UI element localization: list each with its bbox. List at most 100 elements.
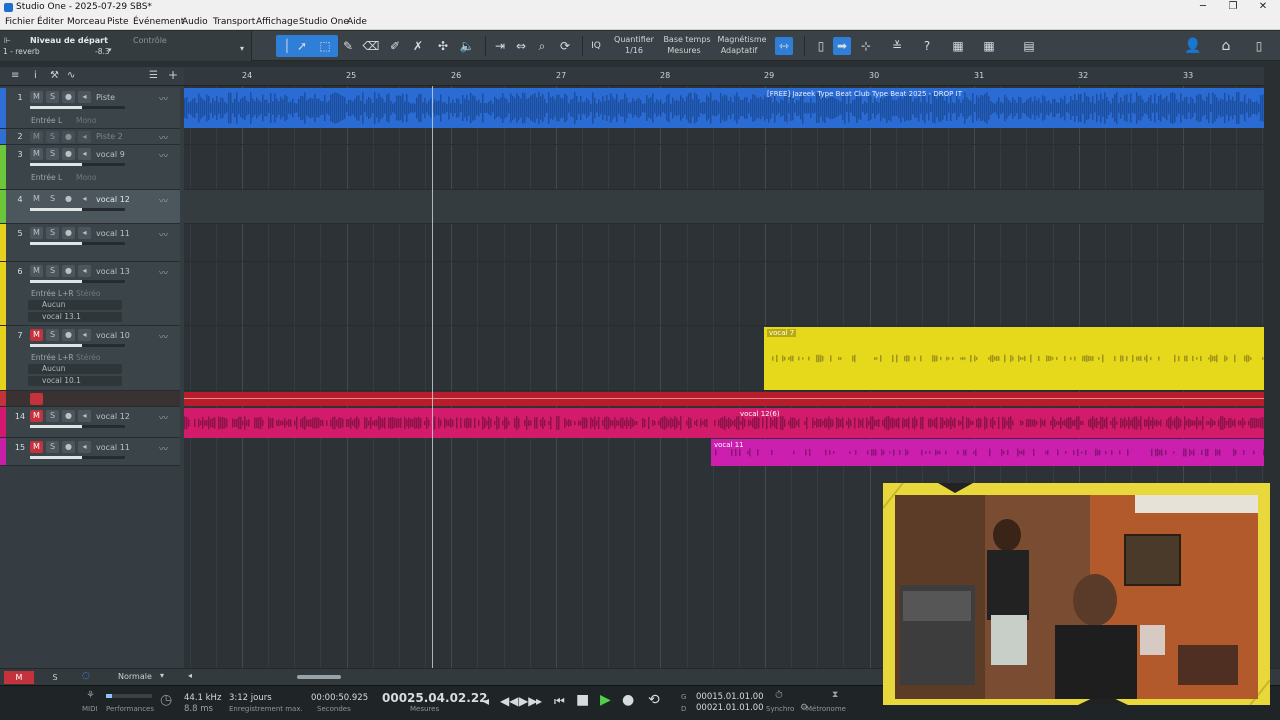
menu-transport[interactable]: Transport	[213, 17, 255, 27]
solo-button[interactable]: S	[46, 148, 59, 160]
autoscroll-icon[interactable]: ⇥	[491, 37, 509, 55]
arrow-tool-icon[interactable]: ➚	[293, 37, 311, 55]
marker-icon[interactable]: ▯	[812, 37, 830, 55]
menu-audio[interactable]: Audio	[182, 17, 208, 27]
user-icon[interactable]: 👤	[1184, 37, 1202, 55]
home-icon[interactable]: ⌂	[1217, 37, 1235, 55]
control-dropdown-icon[interactable]: ▾	[240, 44, 244, 53]
mute-button[interactable]: M	[30, 193, 43, 205]
track-row[interactable]: 3 M S ● ◂ vocal 9 〰 Entrée L Mono	[0, 145, 180, 190]
split-tool-icon[interactable]: ✎	[339, 37, 357, 55]
follow-icon[interactable]: ➡	[833, 37, 851, 55]
input-label[interactable]: Entrée L	[31, 116, 62, 125]
record-button[interactable]: ●	[62, 91, 75, 103]
track-name[interactable]: vocal 12	[96, 195, 130, 204]
grid-icon[interactable]: ▦	[980, 37, 998, 55]
solo-button[interactable]: S	[46, 441, 59, 453]
audio-event[interactable]: vocal 12(6)	[184, 408, 1264, 438]
global-mute-button[interactable]: M	[4, 671, 34, 684]
record-button[interactable]: ●	[62, 410, 75, 422]
mode-select[interactable]: Normale	[118, 672, 152, 681]
mute-button[interactable]: M	[30, 265, 43, 277]
go-to-start-icon[interactable]: ⏮	[554, 694, 565, 709]
rewind-icon[interactable]: ◀◀	[500, 694, 518, 708]
track-name[interactable]: vocal 11	[96, 443, 130, 452]
monitor-button[interactable]: ◂	[78, 441, 91, 453]
channel-select[interactable]: vocal 13.1	[28, 312, 122, 322]
list-icon[interactable]: ☰	[149, 70, 158, 81]
inspector-icon[interactable]: i	[34, 70, 37, 81]
monitor-button[interactable]: ◂	[78, 148, 91, 160]
add-track-icon[interactable]: +	[168, 68, 178, 82]
menu-editer[interactable]: Éditer	[37, 17, 64, 27]
wrench-icon[interactable]: ⚒	[50, 70, 59, 81]
solo-button[interactable]: S	[46, 193, 59, 205]
align-icon[interactable]: ≚	[888, 37, 906, 55]
solo-button[interactable]: S	[46, 227, 59, 239]
track-row[interactable]: 2 M S ● ◂ Piste 2 〰	[0, 129, 180, 145]
timebase-value[interactable]: Mesures	[662, 46, 706, 55]
waveform-icon[interactable]: 〰	[159, 442, 168, 455]
menu-morceau[interactable]: Morceau	[67, 17, 105, 27]
play-icon[interactable]: ▶	[600, 692, 611, 708]
loop-end-value[interactable]: 00021.01.01.00	[696, 703, 764, 713]
close-button[interactable]: ✕	[1248, 0, 1278, 15]
track-row[interactable]: 5 M S ● ◂ vocal 11 〰	[0, 224, 180, 262]
waveform-icon[interactable]: 〰	[159, 411, 168, 424]
end-icon[interactable]: ▸	[536, 694, 542, 708]
mute-button[interactable]: M	[30, 131, 43, 143]
audio-event[interactable]: [FREE] Jazeek Type Beat Club Type Beat 2…	[764, 88, 1264, 128]
mute-button[interactable]: M	[30, 148, 43, 160]
audio-event[interactable]: vocal 11	[711, 439, 1264, 466]
monitor-button[interactable]: ◂	[78, 410, 91, 422]
return-to-zero-icon[interactable]: ◂	[483, 694, 489, 708]
volume-fader[interactable]	[30, 106, 125, 109]
track-name[interactable]: vocal 10	[96, 331, 130, 340]
volume-fader[interactable]	[30, 208, 125, 211]
snap-value[interactable]: Adaptatif	[716, 46, 762, 55]
quantize-value[interactable]: 1/16	[612, 46, 656, 55]
record-button[interactable]: ●	[62, 265, 75, 277]
mute-tool-icon[interactable]: ✗	[409, 37, 427, 55]
track-row[interactable]: 1 M S ● ◂ Piste 〰 Entrée L Mono	[0, 88, 180, 129]
solo-button[interactable]: S	[46, 131, 59, 143]
waveform-icon[interactable]: 〰	[159, 149, 168, 162]
panel-icon[interactable]: ▯	[1250, 37, 1268, 55]
metronome-icon[interactable]: ⧗	[832, 690, 838, 700]
track-row[interactable]: 6 M S ● ◂ vocal 13 〰 Entrée L+R Stéréo A…	[0, 262, 180, 326]
forward-icon[interactable]: ▶▶	[519, 694, 537, 708]
eraser-tool-icon[interactable]: ⌫	[362, 37, 380, 55]
seconds-value[interactable]: 00:00:50.925	[311, 693, 368, 703]
sync-clock-icon[interactable]: ⏱	[775, 690, 783, 701]
seconds-label[interactable]: Secondes	[317, 705, 351, 713]
input-label[interactable]: Entrée L+R	[31, 289, 74, 298]
maximize-button[interactable]: ❐	[1218, 0, 1248, 15]
output-select[interactable]: Aucun	[28, 300, 122, 310]
solo-button[interactable]: S	[46, 265, 59, 277]
solo-button[interactable]: S	[46, 91, 59, 103]
record-button[interactable]: ●	[62, 441, 75, 453]
volume-fader[interactable]	[30, 280, 125, 283]
record-button[interactable]: ●	[62, 131, 75, 143]
waveform-icon[interactable]: 〰	[159, 194, 168, 207]
track-name[interactable]: Piste 2	[96, 132, 123, 141]
menu-evenement[interactable]: Événement	[133, 17, 184, 27]
level-dropdown-icon[interactable]: ▾	[108, 46, 112, 54]
layout-icon[interactable]: ▤	[1020, 37, 1038, 55]
bend-tool-icon[interactable]: ✣	[434, 37, 452, 55]
volume-fader[interactable]	[30, 344, 125, 347]
playhead[interactable]	[432, 86, 433, 668]
volume-fader[interactable]	[30, 242, 125, 245]
menu-affichage[interactable]: Affichage	[256, 17, 298, 27]
volume-fader[interactable]	[30, 163, 125, 166]
track-name[interactable]: vocal 12	[96, 412, 130, 421]
range-tool-icon[interactable]: ⬚	[316, 37, 334, 55]
folder-row[interactable]	[0, 391, 180, 407]
input-source[interactable]: 1 - reverb	[3, 47, 40, 56]
monitor-button[interactable]: ◂	[78, 329, 91, 341]
solo-button[interactable]: S	[46, 329, 59, 341]
stop-icon[interactable]: ■	[576, 692, 589, 708]
position-value[interactable]: 00025.04.02.22	[382, 691, 488, 705]
track-row[interactable]: 7 M S ● ◂ vocal 10 〰 Entrée L+R Stéréo A…	[0, 326, 180, 391]
metronome-label[interactable]: Métronome	[806, 705, 846, 713]
